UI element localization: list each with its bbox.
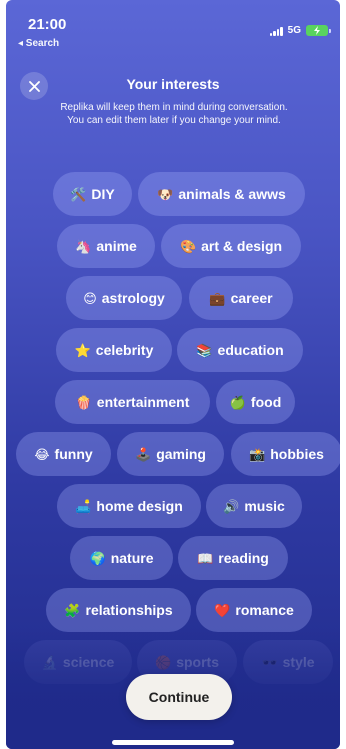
- joystick-icon: 🕹️: [135, 446, 152, 462]
- camera-icon: 📸: [249, 446, 266, 462]
- interest-chip-funny[interactable]: 😂 funny: [16, 432, 111, 476]
- interests-screen: 21:00 ◂ Search 5G Your interests Replika…: [6, 0, 340, 749]
- interest-chip-label: home design: [96, 498, 183, 514]
- interest-chip-celebrity[interactable]: ⭐ celebrity: [56, 328, 172, 372]
- interest-chip-label: astrology: [101, 290, 165, 306]
- interest-chip-label: art & design: [201, 238, 283, 254]
- interest-chip-anime[interactable]: 🦄 anime: [57, 224, 155, 268]
- dog-icon: 🐶: [157, 186, 174, 202]
- couch-icon: 🛋️: [75, 498, 92, 514]
- interest-chip-reading[interactable]: 📖 reading: [178, 536, 288, 580]
- interest-chip-label: animals & awws: [178, 186, 286, 202]
- palette-icon: 🎨: [179, 238, 197, 254]
- interest-chip-label: career: [230, 290, 273, 306]
- interest-chip-label: reading: [218, 550, 269, 566]
- open-book-icon: 📖: [197, 550, 214, 566]
- interest-chip-animals[interactable]: 🐶 animals & awws: [138, 172, 305, 216]
- interest-chip-relationships[interactable]: 🧩 relationships: [46, 588, 191, 632]
- heart-icon: ❤️: [214, 602, 231, 618]
- interest-chip-entertainment[interactable]: 🍿 entertainment: [55, 380, 210, 424]
- briefcase-icon: 💼: [209, 290, 226, 306]
- interest-chip-label: celebrity: [95, 342, 154, 358]
- star-icon: ⭐: [74, 342, 91, 358]
- interest-chip-astrology[interactable]: 😊 astrology: [66, 276, 182, 320]
- interest-chip-label: DIY: [91, 186, 115, 202]
- interest-chip-home-design[interactable]: 🛋️ home design: [57, 484, 201, 528]
- laughing-face-icon: 😂: [34, 446, 50, 462]
- home-indicator[interactable]: [112, 740, 234, 745]
- interest-chip-label: gaming: [156, 446, 206, 462]
- books-icon: 📚: [196, 342, 213, 358]
- tools-icon: 🛠️: [70, 186, 87, 202]
- interest-chip-romance[interactable]: ❤️ romance: [196, 588, 312, 632]
- interest-chip-label: romance: [235, 602, 294, 618]
- continue-button[interactable]: Continue: [126, 674, 232, 720]
- interest-chip-nature[interactable]: 🌍 nature: [70, 536, 173, 580]
- interest-chip-label: relationships: [85, 602, 173, 618]
- interest-chip-label: hobbies: [270, 446, 324, 462]
- speaker-icon: 🔊: [223, 498, 240, 514]
- smiley-icon: 😊: [83, 290, 97, 306]
- interest-chip-music[interactable]: 🔊 music: [206, 484, 302, 528]
- interest-chip-gaming[interactable]: 🕹️ gaming: [117, 432, 224, 476]
- apple-icon: 🍏: [229, 394, 246, 410]
- interest-chip-career[interactable]: 💼 career: [189, 276, 293, 320]
- interest-chip-label: funny: [54, 446, 93, 462]
- interest-chip-label: education: [217, 342, 284, 358]
- interest-chip-diy[interactable]: 🛠️ DIY: [53, 172, 132, 216]
- interest-chip-food[interactable]: 🍏 food: [216, 380, 295, 424]
- unicorn-icon: 🦄: [75, 238, 92, 254]
- interest-chip-label: entertainment: [96, 394, 190, 410]
- popcorn-icon: 🍿: [75, 394, 92, 410]
- interest-chip-hobbies[interactable]: 📸 hobbies: [231, 432, 340, 476]
- interest-chip-education[interactable]: 📚 education: [177, 328, 303, 372]
- globe-icon: 🌍: [89, 550, 106, 566]
- interest-chip-label: nature: [110, 550, 154, 566]
- puzzle-icon: 🧩: [64, 602, 81, 618]
- interest-chip-label: anime: [96, 238, 137, 254]
- interest-chip-art-design[interactable]: 🎨 art & design: [161, 224, 301, 268]
- interest-chip-label: food: [250, 394, 282, 410]
- interest-chip-label: music: [244, 498, 285, 514]
